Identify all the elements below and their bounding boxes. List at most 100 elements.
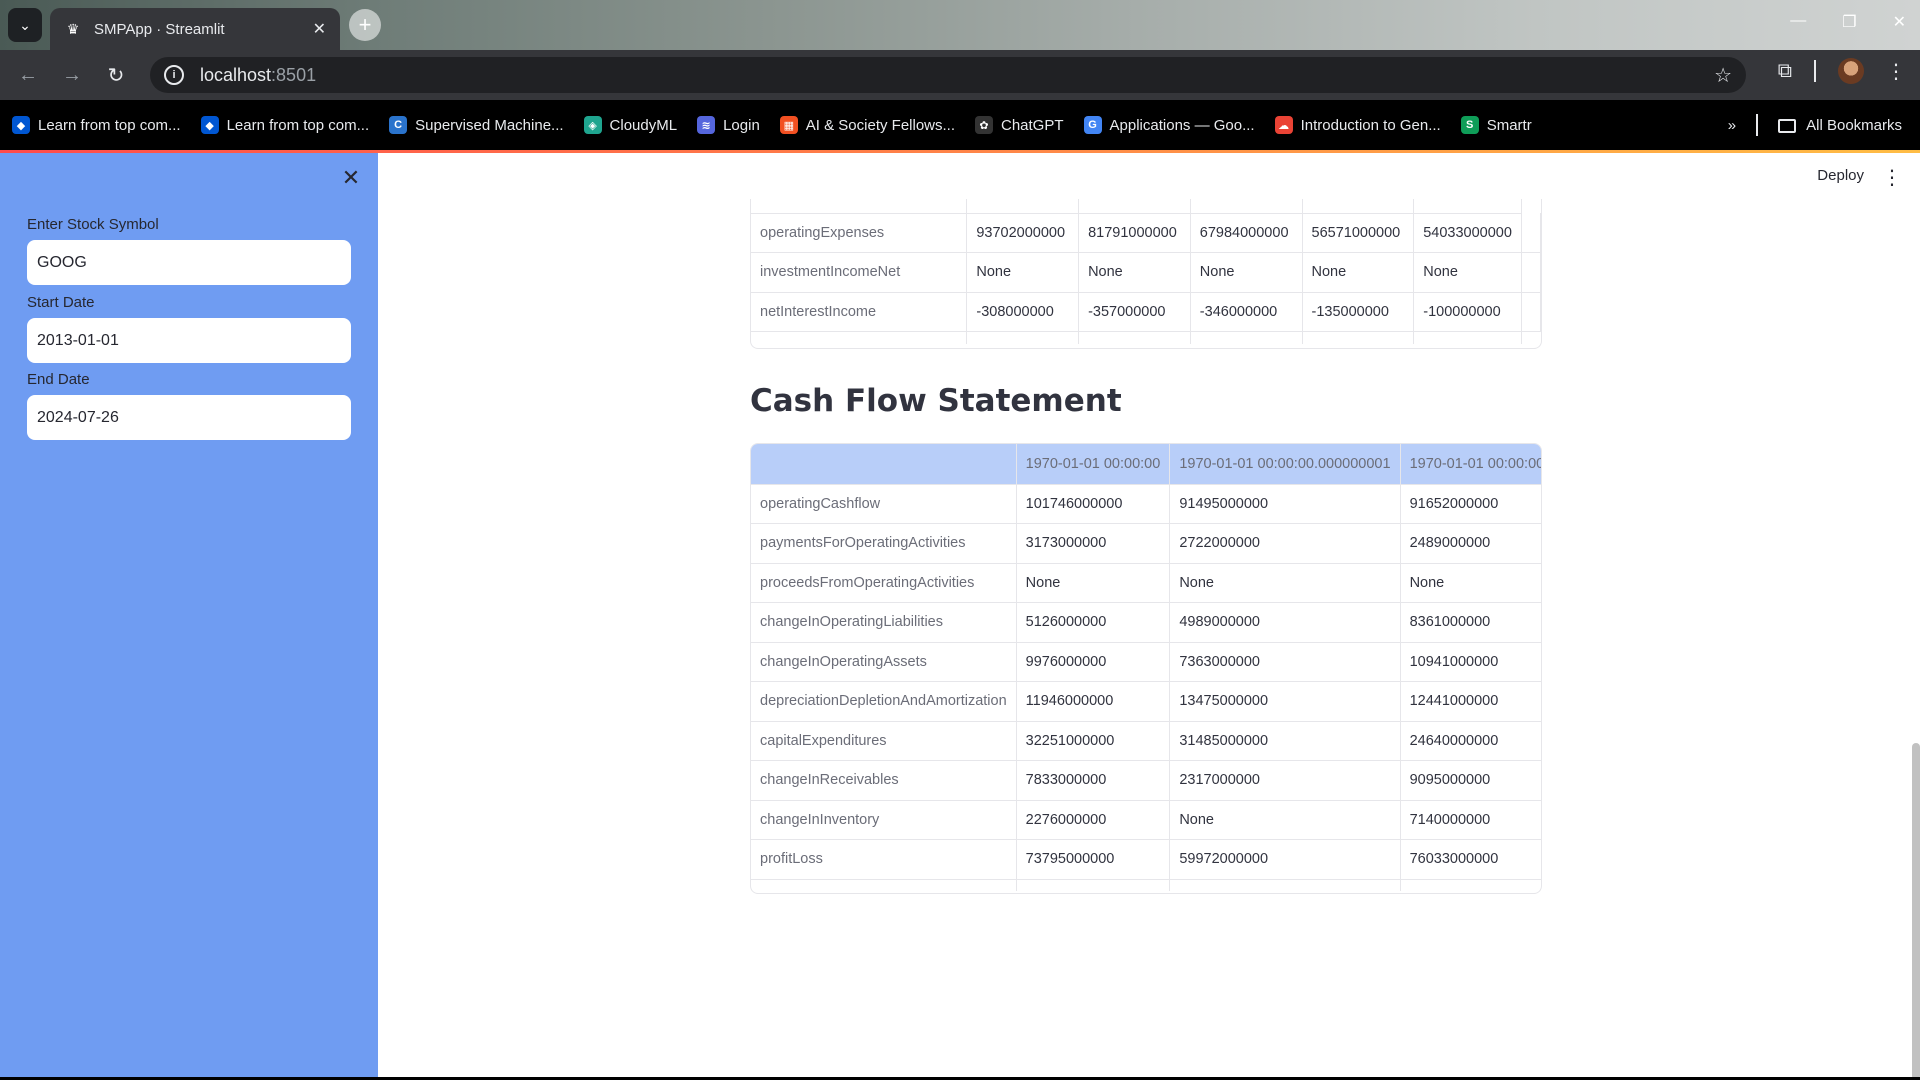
cash-flow-title: Cash Flow Statement	[750, 383, 1122, 419]
window-controls: — ❐ ✕	[1790, 12, 1906, 32]
main-menu-icon[interactable]: ⋮	[1882, 165, 1902, 190]
bookmark-label: ChatGPT	[1001, 116, 1064, 134]
table-cell: 73795000000	[1016, 839, 1171, 880]
table-row: changeInOperatingAssets 9976000000 7363000…	[751, 642, 1541, 682]
coursera-c-icon: C	[389, 116, 408, 134]
browser-toolbar: ← → ↻ i localhost:8501 ☆ ⧉ ⋮	[0, 50, 1920, 100]
column-header[interactable]: 1970-01-01 00:00:00	[1400, 444, 1541, 485]
bookmark-item[interactable]: ≋ Login	[697, 116, 760, 134]
row-header: operatingExpenses	[751, 213, 968, 253]
tab-search-button[interactable]: ⌄	[8, 8, 42, 42]
table-cell: 31485000000	[1169, 721, 1401, 761]
table-cell: None	[1016, 563, 1171, 603]
window-close-icon[interactable]: ✕	[1893, 12, 1906, 32]
row-header: proceedsFromOperatingActivities	[751, 563, 1017, 603]
sidebar-close-icon[interactable]: ✕	[339, 165, 363, 190]
end-date-label: End Date	[27, 371, 90, 388]
symbol-input[interactable]	[27, 240, 351, 285]
bookmark-label: Applications — Goo...	[1109, 116, 1255, 134]
start-date-input[interactable]	[27, 318, 351, 363]
bookmarks-right: » All Bookmarks	[1728, 100, 1902, 150]
table-cell: None	[966, 252, 1080, 293]
index-header[interactable]	[751, 444, 1017, 485]
microsoft-icon: ▦	[779, 116, 798, 134]
column-header[interactable]: 1970-01-01 00:00:00.000000001	[1169, 444, 1401, 485]
bookmark-item[interactable]: ✿ ChatGPT	[975, 116, 1064, 134]
address-bar[interactable]: i localhost:8501 ☆	[150, 57, 1746, 93]
browser-tab-strip: ⌄ ♛ SMPApp · Streamlit ✕ + — ❐ ✕	[0, 0, 1920, 50]
bookmark-label: Supervised Machine...	[415, 116, 564, 134]
table-cell-empty	[1521, 292, 1541, 332]
bookmark-star-icon[interactable]: ☆	[1714, 63, 1732, 88]
bookmark-label: AI & Society Fellows...	[805, 116, 955, 134]
site-info-icon[interactable]: i	[164, 65, 184, 85]
all-bookmarks-button[interactable]: All Bookmarks	[1778, 117, 1902, 134]
table-cell: None	[1413, 252, 1522, 293]
table-row: changeInOperatingLiabilities 5126000000 49…	[751, 602, 1541, 643]
bookmark-item[interactable]: ▦ AI & Society Fellows...	[779, 116, 955, 134]
bookmark-item[interactable]: G Applications — Goo...	[1083, 116, 1255, 134]
table-cell: -308000000	[966, 292, 1080, 332]
url-host: localhost	[200, 64, 272, 85]
bookmarks-separator	[1756, 114, 1759, 136]
bookmark-item[interactable]: ◆ Learn from top com...	[12, 116, 181, 134]
table-cell: None	[1078, 252, 1191, 293]
end-date-input[interactable]	[27, 395, 351, 440]
table-cell: 7140000000	[1400, 800, 1541, 840]
profile-avatar[interactable]	[1838, 58, 1864, 84]
table-cell: None	[1190, 252, 1303, 293]
table-cell: 9976000000	[1016, 642, 1171, 682]
deploy-button[interactable]: Deploy	[1817, 167, 1864, 184]
bookmark-label: CloudyML	[609, 116, 678, 134]
table-cell: -135000000	[1302, 292, 1415, 332]
table-cell: 5126000000	[1016, 602, 1171, 643]
arrow-left-icon: ←	[18, 63, 38, 86]
table-cell: 4989000000	[1169, 602, 1401, 643]
table-cell: 11946000000	[1016, 681, 1171, 722]
table-cell: 7363000000	[1169, 642, 1401, 682]
bookmark-label: Smartr	[1486, 116, 1532, 134]
symbol-label: Enter Stock Symbol	[27, 216, 159, 233]
bookmark-item[interactable]: S Smartr	[1460, 116, 1532, 134]
table-cell: 91652000000	[1400, 484, 1541, 524]
row-header: changeInOperatingAssets	[751, 642, 1017, 682]
new-tab-button[interactable]: +	[349, 9, 381, 41]
row-header: changeInInventory	[751, 800, 1017, 840]
bookmark-label: Learn from top com...	[226, 116, 370, 134]
folder-icon	[1778, 118, 1797, 133]
bookmark-item[interactable]: C Supervised Machine...	[389, 116, 564, 134]
table-row-partial	[751, 199, 1541, 214]
close-icon[interactable]: ✕	[313, 19, 326, 39]
table-row: profitLoss 73795000000 59972000000 76033000…	[751, 839, 1541, 880]
browser-tab[interactable]: ♛ SMPApp · Streamlit ✕	[50, 8, 340, 50]
income-statement-table[interactable]: operatingExpenses 93702000000 81791000000 6…	[750, 199, 1542, 349]
cash-flow-dataframe: 1970-01-01 00:00:00 1970-01-01 00:00:00.0…	[751, 444, 1541, 891]
bookmark-label: Login	[723, 116, 760, 134]
extensions-icon[interactable]: ⧉	[1778, 60, 1792, 83]
back-button[interactable]: ←	[6, 53, 50, 97]
bookmark-label: Introduction to Gen...	[1300, 116, 1441, 134]
table-cell: 2489000000	[1400, 523, 1541, 564]
row-header: netInterestIncome	[751, 292, 968, 332]
table-cell: 9095000000	[1400, 760, 1541, 801]
chevron-double-right-icon[interactable]: »	[1728, 117, 1736, 134]
cash-flow-table[interactable]: 1970-01-01 00:00:00 1970-01-01 00:00:00.0…	[750, 443, 1542, 894]
table-cell-empty	[1521, 213, 1541, 253]
column-header[interactable]: 1970-01-01 00:00:00	[1016, 444, 1171, 485]
row-header: capitalExpenditures	[751, 721, 1017, 761]
bookmark-item[interactable]: ☁ Introduction to Gen...	[1274, 116, 1441, 134]
reload-button[interactable]: ↻	[94, 53, 138, 97]
minimize-icon[interactable]: —	[1790, 12, 1806, 32]
table-header-row: 1970-01-01 00:00:00 1970-01-01 00:00:00.0…	[751, 444, 1541, 485]
table-row: capitalExpenditures 32251000000 3148500000…	[751, 721, 1541, 761]
scrollbar-thumb[interactable]	[1912, 743, 1920, 1080]
table-row: depreciationDepletionAndAmortization 1194…	[751, 681, 1541, 722]
forward-button[interactable]: →	[50, 53, 94, 97]
table-cell: 24640000000	[1400, 721, 1541, 761]
bookmark-item[interactable]: ◆ Learn from top com...	[200, 116, 370, 134]
bookmark-item[interactable]: ◈ CloudyML	[583, 116, 678, 134]
table-cell: 2317000000	[1169, 760, 1401, 801]
restore-icon[interactable]: ❐	[1842, 12, 1856, 32]
table-cell: 56571000000	[1302, 213, 1415, 253]
browser-menu-icon[interactable]: ⋮	[1886, 59, 1906, 84]
